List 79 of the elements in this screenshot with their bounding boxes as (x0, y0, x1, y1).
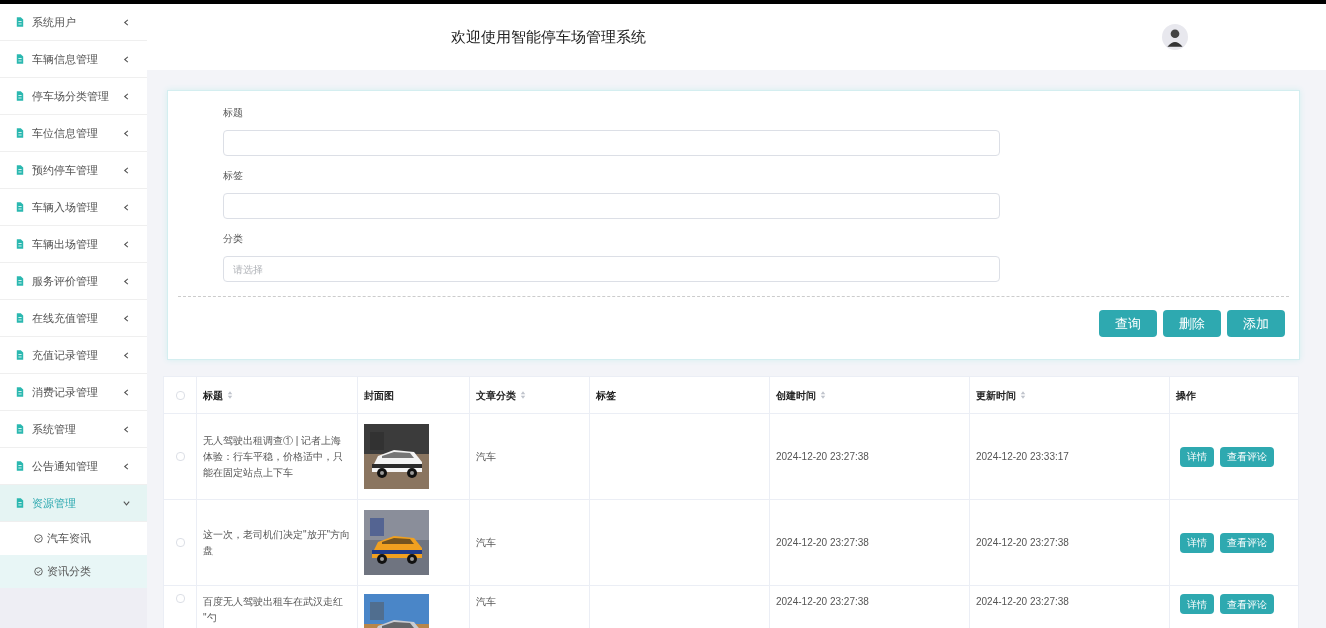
sort-icon[interactable] (520, 390, 526, 400)
table-cell-text: 汽车 (476, 536, 496, 550)
table-cell-text: 百度无人驾驶出租车在武汉走红 "勺 (203, 595, 344, 625)
sidebar-item[interactable]: 公告通知管理 (0, 448, 147, 485)
table-cell-text: 2024-12-20 23:27:38 (776, 595, 869, 609)
table-cell-text: 2024-12-20 23:27:38 (976, 595, 1069, 609)
chevron-left-icon (122, 461, 131, 471)
chevron-left-icon (122, 128, 131, 138)
sidebar-item[interactable]: 预约停车管理 (0, 152, 147, 189)
document-icon (16, 313, 24, 323)
document-icon (16, 350, 24, 360)
chevron-left-icon (122, 387, 131, 397)
document-icon (16, 239, 24, 249)
sidebar-item[interactable]: 在线充值管理 (0, 300, 147, 337)
table-cell-text: 2024-12-20 23:27:38 (776, 450, 869, 464)
sidebar-item[interactable]: 车位信息管理 (0, 115, 147, 152)
sidebar-item[interactable]: 车辆入场管理 (0, 189, 147, 226)
chevron-left-icon (122, 424, 131, 434)
column-header: 封面图 (364, 388, 394, 403)
check-circle-icon (34, 567, 43, 576)
document-icon (16, 202, 24, 212)
header-title: 欢迎使用智能停车场管理系统 (451, 26, 647, 47)
column-header: 创建时间 (776, 388, 816, 403)
document-icon (16, 91, 24, 101)
table-cell-text: 2024-12-20 23:33:17 (976, 450, 1069, 464)
column-header: 文章分类 (476, 388, 516, 403)
chevron-left-icon (122, 165, 131, 175)
sidebar-item[interactable]: 系统用户 (0, 4, 147, 41)
row-checkbox[interactable] (175, 452, 185, 461)
sort-icon[interactable] (227, 390, 233, 400)
chevron-left-icon (122, 350, 131, 360)
table-cell-text: 2024-12-20 23:27:38 (976, 536, 1069, 550)
sidebar-item[interactable]: 车辆信息管理 (0, 41, 147, 78)
submenu-item[interactable]: 资讯分类 (0, 555, 147, 588)
chevron-left-icon (122, 239, 131, 249)
document-icon (16, 17, 24, 27)
table-cell-text: 无人驾驶出租调查① | 记者上海体验：行车平稳，价格适中，只能在固定站点上下车 (203, 433, 344, 480)
document-icon (16, 387, 24, 397)
avatar[interactable] (1162, 24, 1188, 50)
field-label: 标签 (223, 169, 244, 183)
sidebar-item[interactable]: 服务评价管理 (0, 263, 147, 300)
column-header: 标签 (596, 388, 616, 403)
field-label: 分类 (223, 232, 244, 246)
select-all-checkbox[interactable] (175, 390, 185, 400)
sidebar-item[interactable]: 消费记录管理 (0, 374, 147, 411)
table-cell-text: 2024-12-20 23:27:38 (776, 536, 869, 550)
chevron-left-icon (122, 17, 131, 27)
sort-icon[interactable] (820, 390, 826, 400)
document-icon (16, 128, 24, 138)
table-cell-text: 汽车 (476, 595, 496, 609)
table-cell-text: 这一次，老司机们决定"放开"方向盘 (203, 527, 351, 558)
chevron-left-icon (122, 313, 131, 323)
table-cell-text: 汽车 (476, 450, 496, 464)
sidebar-item[interactable]: 停车场分类管理 (0, 78, 147, 115)
document-icon (16, 424, 24, 434)
document-icon (16, 461, 24, 471)
document-icon (16, 54, 24, 64)
chevron-left-icon (122, 54, 131, 64)
document-icon (16, 276, 24, 286)
column-header: 更新时间 (976, 388, 1016, 403)
sidebar-item[interactable]: 充值记录管理 (0, 337, 147, 374)
input-field[interactable] (223, 130, 1000, 156)
chevron-left-icon (122, 91, 131, 101)
column-header: 操作 (1176, 388, 1196, 403)
row-checkbox[interactable] (175, 538, 185, 547)
sidebar-item[interactable]: 车辆出场管理 (0, 226, 147, 263)
chevron-left-icon (122, 202, 131, 212)
sort-icon[interactable] (1020, 390, 1026, 400)
submenu-item[interactable]: 汽车资讯 (0, 522, 147, 555)
column-header: 标题 (203, 388, 223, 403)
field-label: 标题 (223, 106, 244, 120)
check-circle-icon (34, 534, 43, 543)
row-checkbox[interactable] (175, 594, 185, 603)
select-field[interactable]: 请选择 (223, 256, 1000, 282)
sidebar-item[interactable]: 系统管理 (0, 411, 147, 448)
document-icon (16, 498, 24, 508)
chevron-left-icon (122, 276, 131, 286)
document-icon (16, 165, 24, 175)
input-field[interactable] (223, 193, 1000, 219)
